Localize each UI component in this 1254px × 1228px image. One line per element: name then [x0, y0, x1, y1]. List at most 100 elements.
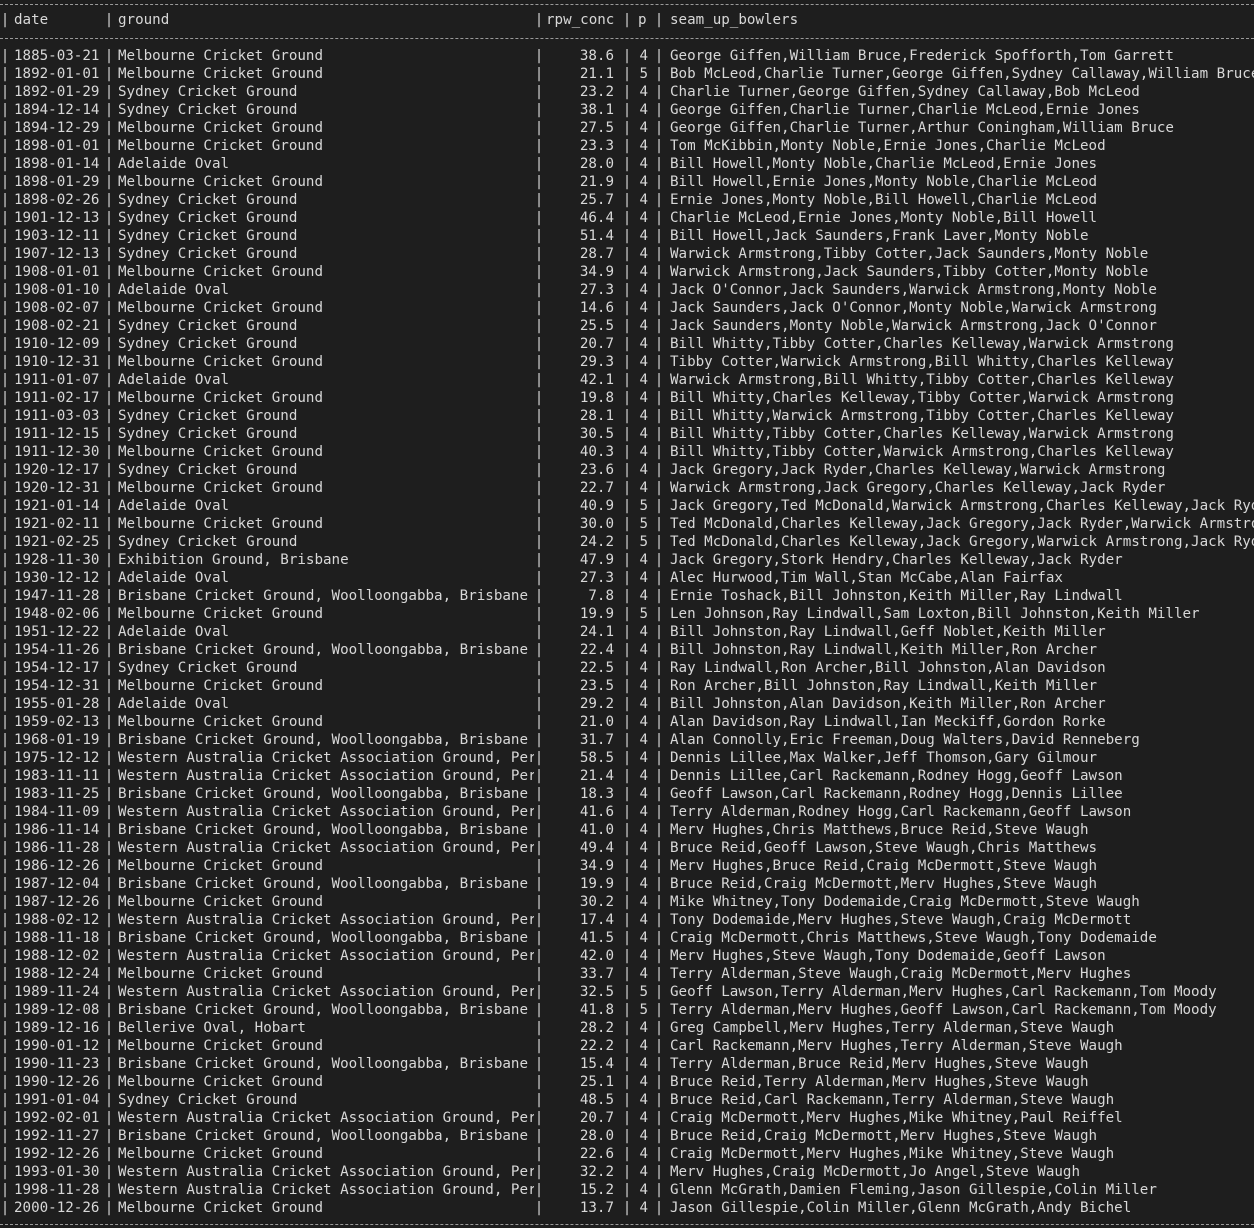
column-separator: | — [654, 1092, 664, 1108]
column-separator: | — [0, 192, 10, 208]
cell-rpw-conc: 48.5 — [579, 1092, 614, 1108]
column-separator: | — [622, 714, 632, 730]
column-separator: | — [622, 624, 632, 640]
column-separator: | — [654, 228, 664, 244]
cell-ground: Adelaide Oval — [118, 570, 230, 586]
cell-date: 1986-11-14 — [14, 822, 100, 838]
cell-rpw-conc: 49.4 — [579, 840, 614, 856]
cell-ground: Adelaide Oval — [118, 498, 230, 514]
terminal-window: | date | ground | rpw_conc | p | seam_up… — [0, 0, 1254, 1228]
table-bottom-border — [0, 1224, 1254, 1225]
cell-ground: Brisbane Cricket Ground, Woolloongabba, … — [118, 876, 528, 892]
cell-seam-up-bowlers: Merv Hughes,Craig McDermott,Jo Angel,Ste… — [670, 1164, 1080, 1180]
column-separator: | — [0, 624, 10, 640]
column-separator: | — [534, 552, 544, 568]
cell-ground: Exhibition Ground, Brisbane — [118, 552, 349, 568]
column-header-p: p — [638, 12, 647, 28]
column-separator: | — [104, 282, 114, 298]
column-separator: | — [104, 948, 114, 964]
column-separator: | — [104, 192, 114, 208]
cell-p: 4 — [639, 282, 648, 298]
cell-ground: Brisbane Cricket Ground, Woolloongabba, … — [118, 1128, 528, 1144]
column-separator: | — [104, 534, 114, 550]
cell-date: 1911-12-15 — [14, 426, 100, 442]
cell-date: 1921-02-25 — [14, 534, 100, 550]
column-separator: | — [534, 804, 544, 820]
column-separator: | — [534, 660, 544, 676]
column-separator: | — [534, 1200, 544, 1216]
column-separator: | — [622, 1092, 632, 1108]
cell-seam-up-bowlers: Bill Johnston,Ray Lindwall,Keith Miller,… — [670, 642, 1098, 658]
column-separator: | — [622, 426, 632, 442]
column-separator: | — [0, 228, 10, 244]
cell-p: 4 — [639, 264, 648, 280]
column-separator: | — [104, 606, 114, 622]
column-separator: | — [0, 696, 10, 712]
cell-date: 1948-02-06 — [14, 606, 100, 622]
column-separator: | — [654, 894, 664, 910]
column-separator: | — [534, 210, 544, 226]
column-separator: | — [622, 552, 632, 568]
cell-p: 4 — [639, 768, 648, 784]
column-separator: | — [104, 426, 114, 442]
cell-p: 4 — [639, 822, 648, 838]
cell-rpw-conc: 40.3 — [579, 444, 614, 460]
column-separator: | — [104, 1038, 114, 1054]
cell-rpw-conc: 58.5 — [579, 750, 614, 766]
cell-seam-up-bowlers: Ernie Jones,Monty Noble,Bill Howell,Char… — [670, 192, 1098, 208]
cell-date: 1984-11-09 — [14, 804, 100, 820]
table-row: | 1911-02-17 | Melbourne Cricket Ground | 19.… — [0, 389, 1254, 407]
cell-seam-up-bowlers: George Giffen,Charlie Turner,Arthur Coni… — [670, 120, 1174, 136]
cell-seam-up-bowlers: Bill Whitty,Charles Kelleway,Tibby Cotte… — [670, 390, 1174, 406]
column-separator: | — [0, 84, 10, 100]
column-separator: | — [654, 336, 664, 352]
cell-date: 1988-11-18 — [14, 930, 100, 946]
table-row: | 1894-12-14 | Sydney Cricket Ground | 38.1 | 4… — [0, 101, 1254, 119]
cell-seam-up-bowlers: Bruce Reid,Geoff Lawson,Steve Waugh,Chri… — [670, 840, 1098, 856]
column-separator: | — [0, 372, 10, 388]
column-separator: | — [654, 426, 664, 442]
table-row: | 1930-12-12 | Adelaide Oval | 27.3 | 4 | Alec Hu… — [0, 569, 1254, 587]
cell-date: 1898-02-26 — [14, 192, 100, 208]
column-separator: | — [654, 678, 664, 694]
column-separator: | — [534, 156, 544, 172]
cell-seam-up-bowlers: Bruce Reid,Carl Rackemann,Terry Alderman… — [670, 1092, 1115, 1108]
column-separator: | — [622, 498, 632, 514]
cell-rpw-conc: 41.0 — [579, 822, 614, 838]
cell-date: 1992-12-26 — [14, 1146, 100, 1162]
cell-p: 4 — [639, 138, 648, 154]
cell-rpw-conc: 18.3 — [579, 786, 614, 802]
column-separator: | — [0, 462, 10, 478]
table-row: | 1885-03-21 | Melbourne Cricket Ground | 38.… — [0, 47, 1254, 65]
column-separator: | — [0, 822, 10, 838]
cell-seam-up-bowlers: Bill Whitty,Tibby Cotter,Warwick Armstro… — [670, 444, 1174, 460]
column-separator: | — [0, 480, 10, 496]
column-separator: | — [622, 1146, 632, 1162]
cell-seam-up-bowlers: Alec Hurwood,Tim Wall,Stan McCabe,Alan F… — [670, 570, 1063, 586]
column-separator: | — [534, 120, 544, 136]
column-separator: | — [0, 156, 10, 172]
cell-ground: Melbourne Cricket Ground — [118, 138, 323, 154]
cell-ground: Western Australia Cricket Association Gr… — [118, 750, 534, 766]
cell-p: 4 — [639, 660, 648, 676]
cell-rpw-conc: 25.7 — [579, 192, 614, 208]
cell-date: 1920-12-17 — [14, 462, 100, 478]
column-separator: | — [534, 408, 544, 424]
cell-rpw-conc: 41.5 — [579, 930, 614, 946]
table-row: | 1920-12-31 | Melbourne Cricket Ground | 22.… — [0, 479, 1254, 497]
column-separator: | — [104, 102, 114, 118]
table-row: | 1898-01-29 | Melbourne Cricket Ground | 21.… — [0, 173, 1254, 191]
column-separator: | — [104, 390, 114, 406]
cell-ground: Melbourne Cricket Ground — [118, 678, 323, 694]
cell-date: 1988-12-02 — [14, 948, 100, 964]
column-separator: | — [622, 696, 632, 712]
table-row: | 1910-12-31 | Melbourne Cricket Ground | 29.… — [0, 353, 1254, 371]
cell-date: 1992-11-27 — [14, 1128, 100, 1144]
table-row: | 1983-11-25 | Brisbane Cricket Ground, Woo… — [0, 785, 1254, 803]
cell-ground: Western Australia Cricket Association Gr… — [118, 1110, 534, 1126]
column-separator: | — [0, 876, 10, 892]
table-row: | 1986-12-26 | Melbourne Cricket Ground | 34.… — [0, 857, 1254, 875]
column-separator: | — [104, 894, 114, 910]
column-separator: | — [104, 354, 114, 370]
cell-date: 1930-12-12 — [14, 570, 100, 586]
